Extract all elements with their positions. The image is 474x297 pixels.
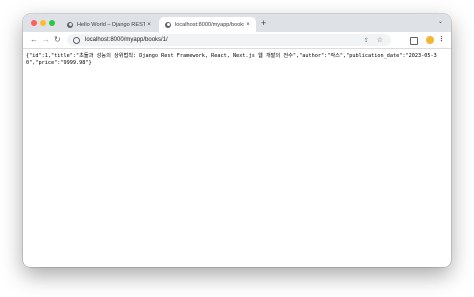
page-body-json: {"id":1,"title":"초들과 성능의 상위법칙: Django Re… [26, 53, 437, 66]
tab-close-icon[interactable]: × [244, 22, 252, 28]
tab-close-icon[interactable]: × [145, 22, 153, 28]
tab-books-active[interactable]: localhost:8000/myapp/books/1/ × [159, 17, 256, 32]
tab-hello-world[interactable]: Hello World – Django REST fra × [61, 17, 157, 32]
menu-icon[interactable]: ⋮ [438, 35, 445, 45]
maximize-window-button[interactable] [49, 20, 55, 26]
close-window-button[interactable] [31, 20, 37, 26]
toolbar: ← → ↻ localhost:8000/myapp/books/1/ ⇪ ☆ … [23, 32, 451, 49]
tab-search-icon[interactable]: ⌄ [438, 18, 443, 25]
side-panel-icon[interactable] [410, 37, 418, 45]
globe-icon [165, 21, 171, 28]
share-icon[interactable]: ⇪ [364, 37, 369, 44]
minimize-window-button[interactable] [40, 20, 46, 26]
url-text[interactable]: localhost:8000/myapp/books/1/ [85, 37, 168, 43]
globe-icon [67, 21, 73, 28]
tab-title: Hello World – Django REST fra [77, 21, 145, 28]
browser-window: Hello World – Django REST fra × localhos… [23, 14, 451, 267]
new-tab-button[interactable]: + [261, 18, 266, 28]
reload-button[interactable]: ↻ [54, 34, 61, 46]
tab-title: localhost:8000/myapp/books/1/ [175, 21, 244, 28]
address-bar[interactable]: localhost:8000/myapp/books/1/ ⇪ ☆ [67, 34, 391, 46]
forward-button[interactable]: → [42, 34, 50, 46]
back-button[interactable]: ← [30, 34, 38, 46]
site-info-icon[interactable] [73, 36, 80, 44]
profile-avatar[interactable] [426, 36, 434, 44]
bookmark-star-icon[interactable]: ☆ [377, 36, 383, 44]
tab-strip: Hello World – Django REST fra × localhos… [23, 14, 451, 32]
